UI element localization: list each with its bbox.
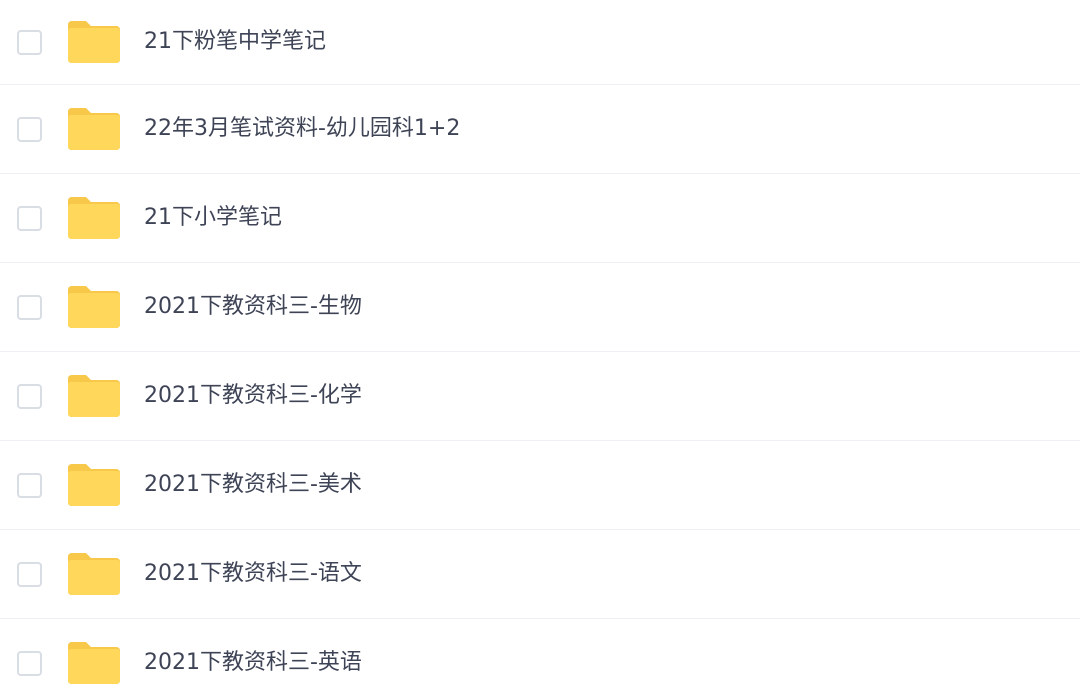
checkbox[interactable] <box>17 383 42 409</box>
folder-icon <box>68 642 120 684</box>
folder-row[interactable]: 2021下教资科三-生物 <box>0 263 1080 352</box>
checkbox[interactable] <box>17 29 42 55</box>
checkbox[interactable] <box>17 205 42 231</box>
folder-name[interactable]: 2021下教资科三-语文 <box>144 563 362 585</box>
folder-row[interactable]: 21下小学笔记 <box>0 174 1080 263</box>
checkbox[interactable] <box>17 561 42 587</box>
folder-row[interactable]: 2021下教资科三-语文 <box>0 530 1080 619</box>
folder-icon <box>68 375 120 417</box>
folder-row[interactable]: 2021下教资科三-化学 <box>0 352 1080 441</box>
folder-row[interactable]: 2021下教资科三-美术 <box>0 441 1080 530</box>
checkbox[interactable] <box>17 650 42 676</box>
folder-icon <box>68 21 120 63</box>
folder-name[interactable]: 2021下教资科三-生物 <box>144 296 362 318</box>
folder-icon <box>68 197 120 239</box>
checkbox[interactable] <box>17 116 42 142</box>
folder-icon <box>68 286 120 328</box>
checkbox[interactable] <box>17 472 42 498</box>
folder-name[interactable]: 2021下教资科三-美术 <box>144 474 362 496</box>
folder-name[interactable]: 21下粉笔中学笔记 <box>144 31 326 53</box>
folder-icon <box>68 553 120 595</box>
checkbox[interactable] <box>17 294 42 320</box>
folder-row[interactable]: 21下粉笔中学笔记 <box>0 0 1080 85</box>
folder-name[interactable]: 22年3月笔试资料-幼儿园科1+2 <box>144 118 460 140</box>
folder-icon <box>68 464 120 506</box>
folder-name[interactable]: 21下小学笔记 <box>144 207 282 229</box>
folder-name[interactable]: 2021下教资科三-化学 <box>144 385 362 407</box>
folder-row[interactable]: 22年3月笔试资料-幼儿园科1+2 <box>0 85 1080 174</box>
folder-row[interactable]: 2021下教资科三-英语 <box>0 619 1080 691</box>
file-list: 21下粉笔中学笔记 22年3月笔试资料-幼儿园科1+2 21下小学笔记 2021… <box>0 0 1080 691</box>
folder-name[interactable]: 2021下教资科三-英语 <box>144 652 362 674</box>
folder-icon <box>68 108 120 150</box>
